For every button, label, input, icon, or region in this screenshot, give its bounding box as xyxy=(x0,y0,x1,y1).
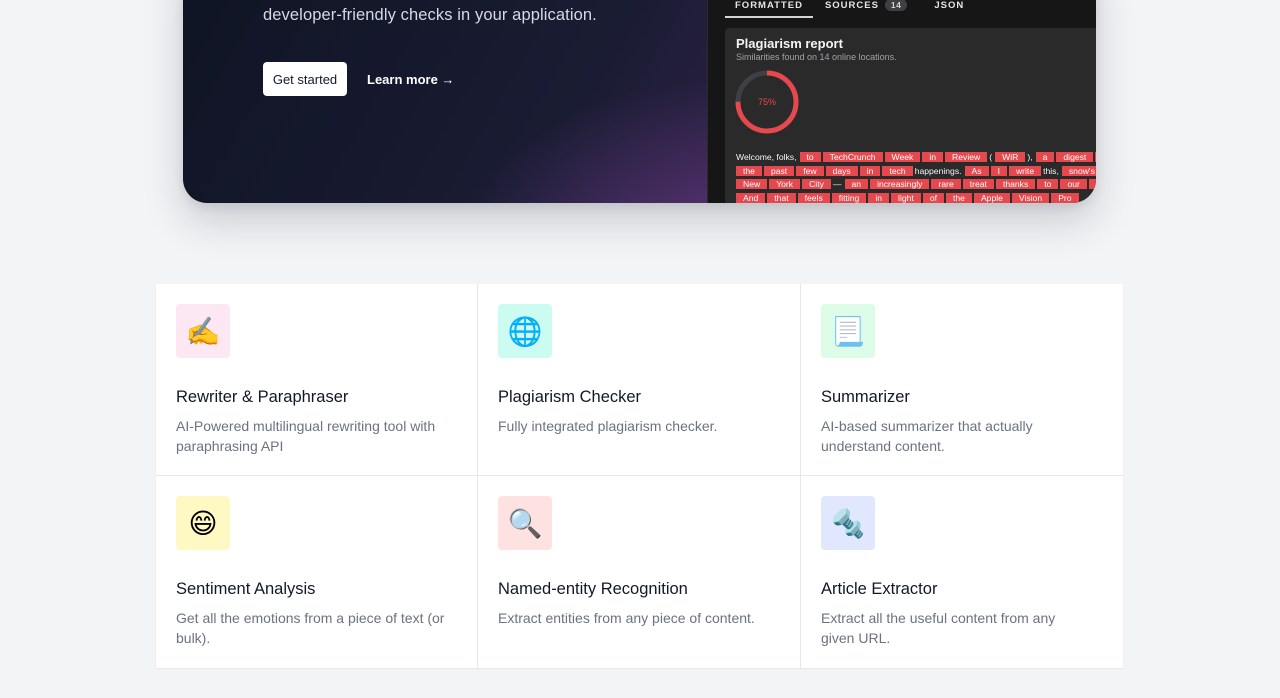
sources-count-badge: 14 xyxy=(884,0,908,11)
feature-title: Named-entity Recognition xyxy=(498,580,688,598)
highlighted-word: our xyxy=(1060,179,1087,189)
highlighted-word: City xyxy=(802,179,831,189)
feature-title: Article Extractor xyxy=(821,580,938,598)
feature-card-ner[interactable]: 🔍 Named-entity Recognition Extract entit… xyxy=(478,476,801,668)
learn-more-link[interactable]: Learn more → xyxy=(367,62,454,96)
highlighted-word: in xyxy=(922,152,944,162)
feature-description: Get all the emotions from a piece of tex… xyxy=(176,610,445,646)
highlighted-word: TechCrunch xyxy=(822,152,883,162)
highlighted-word: write xyxy=(1008,165,1042,176)
text-line: And that feels fitting in light of the Apple Visi… xyxy=(736,192,1096,204)
report-subtitle: Similarities found on 14 online location… xyxy=(736,52,897,62)
highlighted-word: York xyxy=(769,179,801,189)
feature-card-summarizer[interactable]: 📃 Summarizer AI-based summarizer that ac… xyxy=(801,284,1123,476)
text-line: New York City — an increasingly rare treat thank… xyxy=(736,178,1096,192)
highlighted-word: thanks xyxy=(995,179,1036,189)
highlighted-word: of xyxy=(922,192,944,203)
donut-percent-label: 75% xyxy=(758,97,776,107)
highlighted-word: that xyxy=(767,192,796,203)
highlighted-word: Vision xyxy=(1011,192,1050,203)
tab-formatted-label: FORMATTED xyxy=(735,0,803,11)
hero-card: developer-friendly checks in your applic… xyxy=(183,0,1096,203)
feature-card-rewriter[interactable]: ✍️ Rewriter & Paraphraser AI-Powered mul… xyxy=(156,284,478,476)
highlighted-word: I xyxy=(990,165,1007,176)
report-tabs: FORMATTED SOURCES 14 JSON xyxy=(725,0,964,18)
plain-word: ( xyxy=(989,152,993,162)
highlighted-word: a xyxy=(1035,152,1055,162)
plain-word: this, xyxy=(1043,165,1059,176)
plain-word: Welcome, folks, xyxy=(736,152,797,162)
highlighted-word: Apple xyxy=(973,192,1010,203)
highlighted-word: in xyxy=(868,192,890,203)
magnifying-glass-icon: 🔍 xyxy=(498,496,552,550)
feature-description: AI-based summarizer that actually unders… xyxy=(821,418,1033,454)
highlighted-word: rare xyxy=(931,179,961,189)
highlighted-word: the xyxy=(736,165,762,176)
plain-word: — xyxy=(832,179,842,189)
feature-description: Extract entities from any piece of conte… xyxy=(498,610,755,626)
tab-sources-label: SOURCES xyxy=(824,0,879,11)
highlighted-word: few xyxy=(796,165,824,176)
feature-title: Plagiarism Checker xyxy=(498,388,642,406)
highlighted-word: snow's xyxy=(1061,165,1096,176)
highlighted-word: past xyxy=(763,165,795,176)
highlighted-word: to xyxy=(799,152,821,162)
highlighted-word: light xyxy=(891,192,921,203)
highlighted-word: New xyxy=(736,179,768,189)
feature-description: AI-Powered multilingual rewriting tool w… xyxy=(176,418,436,454)
highlighted-word: And xyxy=(736,192,766,203)
highlighted-word: increasingly xyxy=(870,179,930,189)
page: developer-friendly checks in your applic… xyxy=(0,0,1280,698)
feature-card-sentiment[interactable]: 😄 Sentiment Analysis Get all the emotion… xyxy=(156,476,478,668)
highlighted-word: tech xyxy=(882,165,913,176)
smiley-face-icon: 😄 xyxy=(176,496,230,550)
highlighted-word: treat xyxy=(962,179,994,189)
highlighted-word: an xyxy=(844,179,869,189)
tab-json[interactable]: JSON xyxy=(934,0,964,18)
tab-json-label: JSON xyxy=(934,0,965,11)
feature-description: Fully integrated plagiarism checker. xyxy=(498,418,718,434)
plain-word: ), xyxy=(1027,152,1033,162)
highlighted-word: digest xyxy=(1056,152,1094,162)
highlighted-word: fitting xyxy=(831,192,867,203)
plagiarism-report-panel: FORMATTED SOURCES 14 JSON Plagiarism rep… xyxy=(707,0,1096,203)
highlighted-word: Pro xyxy=(1051,192,1079,203)
text-line: the past few days in tech happenings. As Iwrite t… xyxy=(736,165,1096,179)
features-grid: ✍️ Rewriter & Paraphraser AI-Powered mul… xyxy=(156,284,1123,668)
highlighted-word: the xyxy=(945,192,972,203)
highlighted-word: As xyxy=(964,165,989,176)
get-started-button[interactable]: Get started xyxy=(263,62,347,96)
highlighted-word: feels xyxy=(797,192,830,203)
globe-icon: 🌐 xyxy=(498,304,552,358)
highlighted-word: changing xyxy=(1088,179,1096,189)
page-curl-icon: 📃 xyxy=(821,304,875,358)
feature-title: Summarizer xyxy=(821,388,910,406)
similarity-donut-chart: 75% xyxy=(735,70,799,134)
plain-word: happenings. xyxy=(914,165,962,176)
highlighted-word: WiR xyxy=(995,152,1026,162)
highlighted-word: to xyxy=(1037,179,1059,189)
text-line: Welcome, folks, to TechCrunch Week in Review(… xyxy=(736,151,1096,165)
highlighted-text: Welcome, folks, to TechCrunch Week in Review(… xyxy=(736,151,1096,203)
highlighted-word: Week xyxy=(884,152,921,162)
tab-formatted[interactable]: FORMATTED xyxy=(725,0,813,18)
report-title: Plagiarism report xyxy=(736,36,843,51)
highlighted-word: of xyxy=(1095,152,1096,162)
hero-subtitle: developer-friendly checks in your applic… xyxy=(263,6,597,24)
feature-title: Sentiment Analysis xyxy=(176,580,316,598)
nut-and-bolt-icon: 🔩 xyxy=(821,496,875,550)
highlighted-word: days xyxy=(825,165,858,176)
writing-hand-icon: ✍️ xyxy=(176,304,230,358)
highlighted-word: in xyxy=(859,165,881,176)
tab-sources[interactable]: SOURCES 14 xyxy=(824,0,908,18)
report-content: Plagiarism report Similarities found on … xyxy=(725,28,1096,203)
feature-card-extractor[interactable]: 🔩 Article Extractor Extract all the usef… xyxy=(801,476,1123,668)
feature-card-plagiarism[interactable]: 🌐 Plagiarism Checker Fully integrated pl… xyxy=(478,284,801,476)
highlighted-word: Review xyxy=(945,152,988,162)
feature-description: Extract all the useful content from any … xyxy=(821,610,1056,646)
feature-title: Rewriter & Paraphraser xyxy=(176,388,349,406)
